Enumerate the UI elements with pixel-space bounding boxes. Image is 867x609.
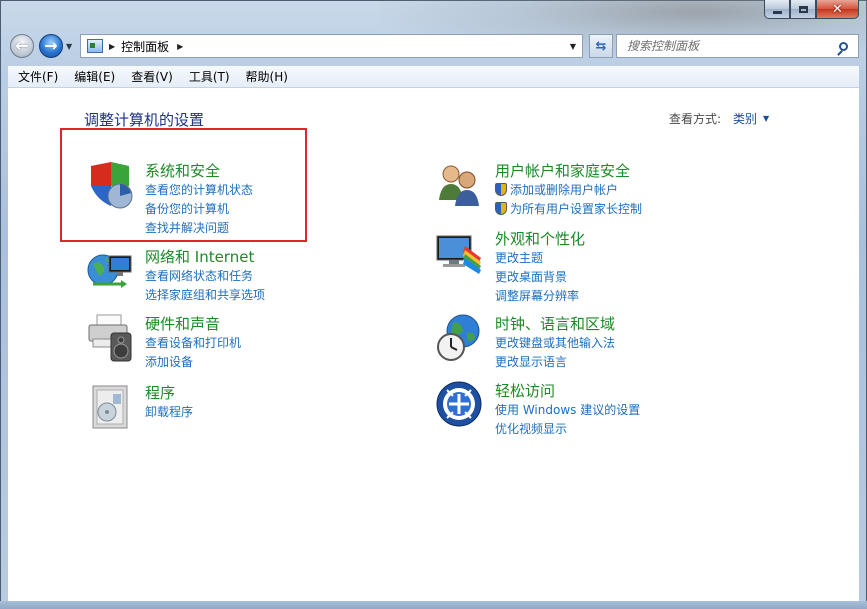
content-pane: 调整计算机的设置 查看方式: 类别 ▼ 系统和安全 查看您的计算机状态 备份您的… (8, 88, 859, 601)
back-arrow-icon: ← (15, 36, 29, 55)
link-uninstall-program[interactable]: 卸载程序 (145, 403, 193, 420)
address-dropdown-icon[interactable]: ▼ (570, 42, 576, 51)
back-button[interactable]: ← (10, 34, 34, 58)
address-bar[interactable]: ▶ 控制面板 ▶ ▼ (80, 34, 583, 58)
printer-speaker-icon[interactable] (85, 313, 135, 363)
caption-buttons: ✕ (764, 0, 859, 19)
category-title[interactable]: 网络和 Internet (145, 246, 254, 267)
menu-file[interactable]: 文件(F) (8, 68, 64, 85)
control-panel-icon (87, 39, 103, 53)
category-title[interactable]: 程序 (145, 382, 175, 403)
menu-tools[interactable]: 工具(T) (179, 68, 236, 85)
search-box[interactable] (616, 34, 859, 58)
uac-shield-icon (495, 202, 507, 215)
category-title[interactable]: 轻松访问 (495, 380, 555, 401)
breadcrumb-chevron-icon[interactable]: ▶ (109, 42, 115, 51)
maximize-icon (798, 5, 808, 13)
breadcrumb-chevron-icon[interactable]: ▶ (177, 42, 183, 51)
view-by-chevron-icon[interactable]: ▼ (763, 114, 769, 123)
link-change-display-language[interactable]: 更改显示语言 (495, 353, 567, 370)
link-text[interactable]: 为所有用户设置家长控制 (510, 202, 642, 216)
view-by-dropdown[interactable]: 类别 (733, 110, 757, 127)
category-title[interactable]: 外观和个性化 (495, 228, 585, 249)
navigation-bar: ← → ▼ ▶ 控制面板 ▶ ▼ ⇆ (8, 32, 860, 60)
link-change-desktop-background[interactable]: 更改桌面背景 (495, 268, 567, 285)
menu-view[interactable]: 查看(V) (121, 68, 179, 85)
monitor-palette-icon[interactable] (435, 228, 485, 278)
forward-arrow-icon: → (44, 36, 58, 55)
minimize-button[interactable] (764, 0, 790, 19)
breadcrumb-control-panel[interactable]: 控制面板 (121, 38, 169, 55)
close-icon: ✕ (832, 1, 843, 17)
globe-clock-icon[interactable] (435, 313, 485, 363)
link-change-input-method[interactable]: 更改键盘或其他输入法 (495, 334, 615, 351)
link-add-device[interactable]: 添加设备 (145, 353, 193, 370)
link-use-recommended-settings[interactable]: 使用 Windows 建议的设置 (495, 401, 640, 418)
link-view-network-status[interactable]: 查看网络状态和任务 (145, 267, 253, 284)
minimize-icon (772, 10, 782, 14)
window-bottom-border (0, 601, 867, 609)
category-title[interactable]: 时钟、语言和区域 (495, 313, 615, 334)
uac-shield-icon (495, 183, 507, 196)
ease-of-access-icon[interactable] (435, 380, 485, 430)
menu-bar: 文件(F) 编辑(E) 查看(V) 工具(T) 帮助(H) (8, 66, 859, 88)
link-text[interactable]: 添加或删除用户帐户 (510, 183, 618, 197)
programs-box-icon[interactable] (85, 382, 135, 432)
category-title[interactable]: 用户帐户和家庭安全 (495, 160, 630, 181)
menu-help[interactable]: 帮助(H) (236, 68, 294, 85)
recent-pages-dropdown[interactable]: ▼ (66, 42, 72, 51)
link-homegroup-sharing[interactable]: 选择家庭组和共享选项 (145, 286, 265, 303)
link-change-theme[interactable]: 更改主题 (495, 249, 543, 266)
network-globe-icon[interactable] (85, 246, 135, 296)
link-devices-printers[interactable]: 查看设备和打印机 (145, 334, 241, 351)
forward-button[interactable]: → (39, 34, 63, 58)
link-optimize-video-display[interactable]: 优化视频显示 (495, 420, 567, 437)
users-icon[interactable] (435, 160, 485, 210)
highlight-box (60, 128, 307, 242)
refresh-icon: ⇆ (595, 38, 607, 54)
menu-edit[interactable]: 编辑(E) (64, 68, 121, 85)
search-icon[interactable] (839, 41, 848, 51)
view-by-label: 查看方式: (669, 112, 722, 126)
link-add-remove-users[interactable]: 添加或删除用户帐户 (495, 181, 618, 198)
link-adjust-resolution[interactable]: 调整屏幕分辨率 (495, 287, 579, 304)
page-title: 调整计算机的设置 (84, 111, 205, 129)
search-input[interactable] (625, 38, 839, 54)
maximize-button[interactable] (790, 0, 816, 19)
refresh-button[interactable]: ⇆ (589, 34, 613, 58)
link-parental-controls[interactable]: 为所有用户设置家长控制 (495, 200, 642, 217)
close-button[interactable]: ✕ (816, 0, 859, 19)
category-title[interactable]: 硬件和声音 (145, 313, 220, 334)
